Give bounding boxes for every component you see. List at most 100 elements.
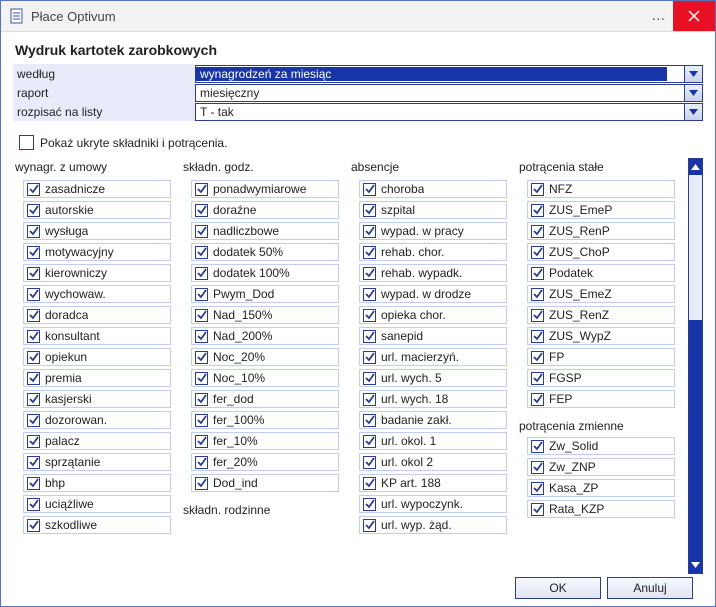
checkbox[interactable] — [531, 183, 544, 196]
combo-listy[interactable]: T - tak — [195, 103, 703, 121]
checkbox[interactable] — [363, 183, 376, 196]
list-item-label: FEP — [549, 392, 572, 406]
list-item-label: konsultant — [45, 329, 100, 343]
checkbox[interactable] — [195, 204, 208, 217]
window-menu-icon[interactable]: ... — [644, 9, 673, 23]
checkbox[interactable] — [531, 372, 544, 385]
checkbox[interactable] — [531, 503, 544, 516]
checkbox[interactable] — [363, 477, 376, 490]
list-item: wychowaw. — [23, 285, 171, 303]
checkbox[interactable] — [195, 372, 208, 385]
checkbox[interactable] — [531, 351, 544, 364]
list-item-label: rehab. wypadk. — [381, 266, 462, 280]
list-item-label: ZUS_EmeP — [549, 203, 612, 217]
chevron-down-icon[interactable] — [684, 104, 702, 120]
checkbox[interactable] — [27, 225, 40, 238]
show-hidden-row: Pokaż ukryte składniki i potrącenia. — [19, 135, 703, 150]
checkbox[interactable] — [363, 372, 376, 385]
checkbox[interactable] — [27, 330, 40, 343]
checkbox[interactable] — [531, 246, 544, 259]
checkbox[interactable] — [363, 288, 376, 301]
checkbox[interactable] — [531, 482, 544, 495]
list-item: autorskie — [23, 201, 171, 219]
list-item-label: dodatek 50% — [213, 245, 283, 259]
checkbox[interactable] — [531, 288, 544, 301]
checkbox[interactable] — [27, 498, 40, 511]
checkbox[interactable] — [531, 204, 544, 217]
combo-wedlug[interactable]: wynagrodzeń za miesiąc — [195, 65, 703, 83]
list-item: ZUS_RenP — [527, 222, 675, 240]
checkbox[interactable] — [363, 393, 376, 406]
checkbox[interactable] — [363, 498, 376, 511]
checkbox[interactable] — [195, 183, 208, 196]
checkbox[interactable] — [363, 519, 376, 532]
checkbox[interactable] — [531, 461, 544, 474]
scroll-down-arrow-icon[interactable] — [689, 557, 702, 573]
combo-raport-text: miesięczny — [196, 86, 684, 100]
checkbox[interactable] — [531, 330, 544, 343]
scroll-thumb[interactable] — [689, 320, 702, 557]
checkbox[interactable] — [27, 288, 40, 301]
checkbox[interactable] — [195, 414, 208, 427]
checkbox[interactable] — [195, 456, 208, 469]
checkbox[interactable] — [363, 246, 376, 259]
list-item: NFZ — [527, 180, 675, 198]
chevron-down-icon[interactable] — [684, 85, 702, 101]
chevron-down-icon[interactable] — [684, 66, 702, 82]
cancel-button[interactable]: Anuluj — [607, 577, 693, 599]
combo-raport[interactable]: miesięczny — [195, 84, 703, 102]
list-item: Nad_200% — [191, 327, 339, 345]
checkbox[interactable] — [363, 204, 376, 217]
list-item: rehab. chor. — [359, 243, 507, 261]
checkbox[interactable] — [363, 225, 376, 238]
checkbox[interactable] — [531, 393, 544, 406]
checkbox[interactable] — [27, 204, 40, 217]
ok-button[interactable]: OK — [515, 577, 601, 599]
list-item: premia — [23, 369, 171, 387]
checkbox[interactable] — [27, 414, 40, 427]
checkbox[interactable] — [195, 435, 208, 448]
scroll-track[interactable] — [689, 175, 702, 557]
combo-clear-icon[interactable] — [667, 66, 683, 82]
checkbox[interactable] — [195, 477, 208, 490]
list-item-label: doraźne — [213, 203, 256, 217]
checkbox[interactable] — [195, 288, 208, 301]
checkbox[interactable] — [363, 309, 376, 322]
checkbox[interactable] — [363, 351, 376, 364]
checkbox[interactable] — [531, 309, 544, 322]
checkbox[interactable] — [27, 267, 40, 280]
checkbox[interactable] — [27, 393, 40, 406]
window-close-button[interactable] — [673, 1, 715, 31]
checkbox[interactable] — [531, 225, 544, 238]
checkbox[interactable] — [363, 330, 376, 343]
list-item-label: KP art. 188 — [381, 476, 441, 490]
checkbox[interactable] — [27, 246, 40, 259]
checkbox[interactable] — [27, 519, 40, 532]
show-hidden-checkbox[interactable] — [19, 135, 34, 150]
list-item-label: ZUS_ChoP — [549, 245, 610, 259]
checkbox[interactable] — [195, 309, 208, 322]
checkbox[interactable] — [27, 351, 40, 364]
checkbox[interactable] — [195, 330, 208, 343]
checkbox[interactable] — [363, 456, 376, 469]
checkbox[interactable] — [531, 440, 544, 453]
checkbox[interactable] — [195, 267, 208, 280]
checkbox[interactable] — [363, 435, 376, 448]
checkbox[interactable] — [27, 309, 40, 322]
checkbox[interactable] — [531, 267, 544, 280]
scroll-up-arrow-icon[interactable] — [689, 159, 702, 175]
checkbox[interactable] — [195, 351, 208, 364]
list-item: FP — [527, 348, 675, 366]
checkbox[interactable] — [27, 183, 40, 196]
checkbox[interactable] — [27, 477, 40, 490]
list-item: konsultant — [23, 327, 171, 345]
checkbox[interactable] — [363, 414, 376, 427]
checkbox[interactable] — [27, 456, 40, 469]
checkbox[interactable] — [195, 393, 208, 406]
checkbox[interactable] — [195, 225, 208, 238]
checkbox[interactable] — [27, 435, 40, 448]
checkbox[interactable] — [195, 246, 208, 259]
checkbox[interactable] — [363, 267, 376, 280]
vertical-scrollbar[interactable] — [688, 158, 703, 574]
checkbox[interactable] — [27, 372, 40, 385]
